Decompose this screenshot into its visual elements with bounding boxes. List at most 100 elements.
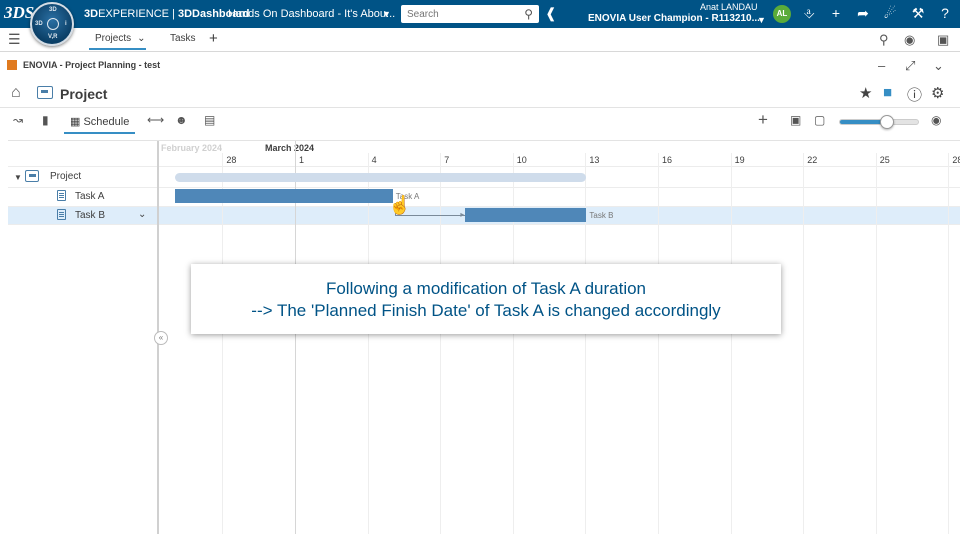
day-label: 25 (879, 155, 890, 165)
callout-line-2: --> The 'Planned Finish Date' of Task A … (251, 301, 721, 320)
gridline (440, 153, 442, 534)
help-icon[interactable]: ? (936, 5, 954, 21)
gridline (222, 153, 224, 534)
user-role[interactable]: ENOVIA User Champion - R113210... (588, 13, 760, 24)
day-label: 10 (516, 155, 527, 165)
day-label: 28 (952, 155, 960, 165)
page-title: Project (60, 86, 108, 102)
minimize-icon[interactable]: – (878, 58, 885, 73)
dependency-icon[interactable]: ⟷ (147, 113, 164, 127)
tag-icon[interactable]: ❰ (545, 5, 557, 22)
day-label: 16 (662, 155, 673, 165)
eye-icon[interactable]: ◉ (931, 113, 941, 127)
day-label: 19 (734, 155, 745, 165)
project-icon (25, 170, 39, 182)
gridline (658, 153, 659, 534)
chevron-down-icon[interactable]: ⌄ (933, 58, 944, 74)
caret-down-icon[interactable]: ▼ (14, 173, 22, 182)
day-label: 1 (299, 155, 305, 165)
hand-cursor-icon: ☝ (388, 195, 412, 215)
gridline (875, 153, 877, 534)
calendar-icon: ▦ (70, 116, 81, 128)
people-icon[interactable]: ☻ (175, 113, 188, 127)
tab-tasks[interactable]: Tasks (170, 33, 196, 44)
chevron-down-icon[interactable]: ▼ (382, 9, 391, 19)
compass-east: i (65, 21, 67, 27)
gridline (948, 153, 950, 534)
compass-button[interactable]: 3D 3D i V,R (30, 2, 74, 46)
share-icon[interactable]: ➦ (854, 5, 872, 22)
tag-icon[interactable]: ■ (883, 84, 892, 101)
search-input[interactable] (401, 5, 515, 23)
task-tree: ▼ Project Task A Task B ⌄ (8, 141, 159, 534)
search-icon[interactable]: ⚲ (524, 7, 533, 21)
app-logo (7, 60, 17, 70)
user-name: Anat LANDAU (700, 2, 758, 12)
toolbar: ↝ ▮ ▦ Schedule ⟷ ☻ ▤ + ▣ ▢ ◉ (0, 110, 960, 134)
dashboard-title[interactable]: Hands On Dashboard - It's Abou... (228, 8, 395, 20)
month-label: February 2024 (161, 143, 223, 153)
search-box[interactable]: ⚲ (401, 5, 539, 23)
task-bar[interactable] (175, 189, 393, 203)
zoom-slider-handle[interactable] (879, 115, 894, 129)
play-icon (47, 18, 59, 30)
project-icon (37, 86, 53, 99)
day-label: 22 (807, 155, 818, 165)
info-icon[interactable]: ⓘ (907, 84, 922, 105)
gridline (803, 153, 805, 534)
share-tag-icon[interactable]: ⎀ (800, 5, 818, 22)
home-icon[interactable]: ⌂ (11, 84, 21, 102)
add-tab-icon[interactable]: + (209, 30, 218, 47)
add-icon[interactable]: + (827, 5, 845, 21)
view-icon[interactable]: ◉ (904, 32, 915, 48)
gridline (367, 153, 369, 534)
compass-north: 3D (49, 7, 57, 13)
day-label: 4 (371, 155, 377, 165)
avatar[interactable]: AL (773, 5, 791, 23)
task-icon (57, 209, 66, 220)
tab-projects[interactable]: Projects ⌄ (89, 33, 146, 50)
gridline (730, 153, 732, 534)
project-bar[interactable] (175, 173, 587, 182)
network-icon[interactable]: ☄ (881, 5, 899, 22)
gantt-area: ▼ Project Task A Task B ⌄ « February 202… (8, 140, 960, 534)
app-title: ENOVIA - Project Planning - test (23, 60, 161, 70)
compass-west: 3D (35, 21, 43, 27)
chevron-down-icon[interactable]: ⌄ (138, 209, 146, 220)
add-icon[interactable]: + (758, 110, 768, 130)
tab-schedule[interactable]: ▦ Schedule (64, 110, 136, 134)
star-icon[interactable]: ★ (859, 84, 872, 102)
month-label: March 2024 (265, 143, 315, 153)
zoom-slider[interactable] (839, 115, 919, 129)
gantt-timeline: February 2024 March 2024 28 1 4 7 10 13 16 19 22… (161, 141, 960, 534)
tree-item-project[interactable]: Project (50, 171, 81, 182)
clipboard-icon[interactable]: ▮ (42, 113, 49, 127)
dependency-arrow-icon: ▸ (460, 210, 465, 219)
maximize-icon[interactable]: ⤢ (905, 58, 915, 74)
compass-south: V,R (48, 34, 58, 40)
task-bar-label: Task B (589, 211, 614, 220)
tab-bar: ☰ Projects ⌄ Tasks + ⚲ ◉ ▣ (0, 28, 960, 52)
annotation-callout: Following a modification of Task A durat… (191, 264, 781, 334)
frame-icon[interactable]: ▢ (814, 113, 825, 127)
top-bar: 3DS 3D 3D i V,R 3DEXPERIENCE | 3DDashboa… (0, 0, 960, 46)
day-label: 7 (444, 155, 450, 165)
menu-icon[interactable]: ☰ (8, 31, 21, 48)
document-icon[interactable]: ▤ (204, 113, 215, 127)
task-bar[interactable] (465, 208, 587, 222)
fit-icon[interactable]: ▣ (790, 113, 801, 127)
brand: 3DEXPERIENCE | 3DDashboard (84, 8, 250, 20)
day-label: 28 (226, 155, 237, 165)
day-label: 13 (589, 155, 600, 165)
callout-line-1: Following a modification of Task A durat… (325, 279, 647, 298)
tree-item-task-a[interactable]: Task A (75, 191, 104, 202)
chevron-down-icon[interactable]: ▼ (757, 15, 766, 25)
task-icon (57, 190, 66, 201)
settings-icon[interactable]: ⚙ (931, 84, 944, 102)
tools-icon[interactable]: ⚒ (909, 5, 927, 22)
tree-item-task-b[interactable]: Task B (75, 210, 105, 221)
app-bar: ENOVIA - Project Planning - test – ⤢ ⌄ (0, 56, 960, 76)
chart-icon[interactable]: ↝ (13, 113, 23, 127)
search-zoom-icon[interactable]: ⚲ (879, 32, 889, 48)
comment-icon[interactable]: ▣ (937, 32, 949, 48)
